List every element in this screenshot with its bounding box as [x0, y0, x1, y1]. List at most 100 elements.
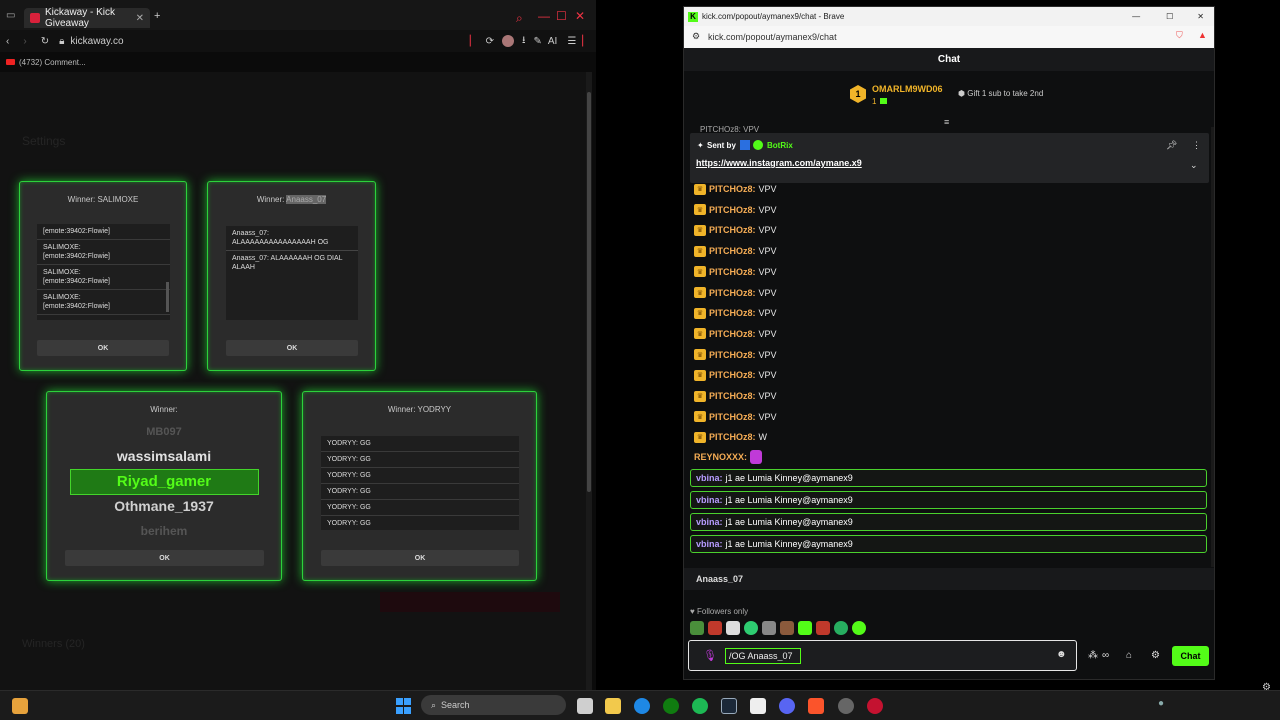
chat-username[interactable]: vbina:	[696, 539, 723, 549]
steam-icon[interactable]	[721, 698, 737, 714]
search-tabs-icon[interactable]: ⌕	[516, 11, 523, 26]
emote-icon[interactable]	[744, 621, 758, 635]
site-settings-icon[interactable]: ⚙	[692, 31, 700, 42]
chat-username[interactable]: PITCHOz8:	[709, 205, 756, 215]
sidebar-icon[interactable]: ▭	[6, 10, 15, 21]
chat-send-button[interactable]: Chat	[1172, 646, 1209, 666]
ok-button[interactable]: OK	[321, 550, 519, 566]
emote-icon[interactable]	[690, 621, 704, 635]
pin-toggle-icon[interactable]: 📌︎	[1166, 140, 1177, 151]
store-icon[interactable]: ⌂	[1126, 650, 1132, 661]
minimize-icon[interactable]: —	[1132, 12, 1140, 21]
infinity-icon[interactable]: ∞	[1102, 650, 1109, 661]
share-icon[interactable]: ⁂	[1088, 650, 1098, 661]
reload-icon[interactable]: ↻	[41, 36, 49, 47]
winner-messages[interactable]: YODRYY: GG YODRYY: GG YODRYY: GG YODRYY:…	[321, 436, 519, 530]
messages-scrollbar[interactable]	[166, 282, 169, 312]
chat-input-box[interactable]: 🎙︎ ☻	[688, 640, 1077, 671]
emote-icon[interactable]	[780, 621, 794, 635]
chat-username[interactable]: PITCHOz8:	[709, 184, 756, 194]
brave-rewards-icon[interactable]: ▲	[1198, 30, 1207, 40]
chat-username[interactable]: vbina:	[696, 517, 723, 527]
ok-button[interactable]: OK	[37, 340, 169, 356]
minimize-icon[interactable]: —	[538, 9, 550, 23]
taskbar-search[interactable]: ⌕ Search	[421, 695, 566, 715]
chat-username[interactable]: PITCHOz8:	[709, 432, 756, 442]
crown-badge-icon: ♛	[694, 183, 706, 195]
chat-username[interactable]: PITCHOz8:	[709, 391, 756, 401]
app-icon[interactable]	[838, 698, 854, 714]
tab-kickaway[interactable]: Kickaway - Kick Giveaway ✕	[24, 7, 150, 29]
back-icon[interactable]: ‹	[6, 36, 9, 47]
leader-name[interactable]: OMARLM9WD06	[872, 84, 943, 94]
brave-shield-icon[interactable]: ⛉	[1176, 30, 1183, 41]
xbox-icon[interactable]	[663, 698, 679, 714]
more-options-icon[interactable]: ⋮	[1192, 140, 1201, 151]
download-icon[interactable]: ⭳	[522, 33, 526, 50]
extensions-icon[interactable]: ⟳	[486, 36, 494, 47]
chat-username[interactable]: PITCHOz8:	[709, 329, 756, 339]
edge-icon[interactable]	[634, 698, 650, 714]
chevron-down-icon[interactable]: ⌄	[1190, 160, 1198, 171]
chat-username[interactable]: PITCHOz8:	[709, 288, 756, 298]
ok-button[interactable]: OK	[226, 340, 358, 356]
menu-icon[interactable]: ☰	[567, 36, 576, 47]
ai-button[interactable]: AI	[548, 36, 557, 47]
opera-icon[interactable]	[867, 698, 883, 714]
task-view-icon[interactable]	[577, 698, 593, 714]
tray-icon[interactable]: ●	[1158, 698, 1174, 714]
collapse-icon[interactable]: ≡	[944, 117, 949, 127]
mic-icon[interactable]: 🎙︎	[703, 649, 717, 662]
page-scrollbar[interactable]	[586, 72, 592, 690]
spotify-icon[interactable]	[692, 698, 708, 714]
start-icon[interactable]	[396, 698, 412, 714]
pinned-link[interactable]: https://www.instagram.com/aymane.x9	[696, 158, 862, 168]
url-text[interactable]: kick.com/popout/aymanex9/chat	[708, 32, 837, 42]
chat-username[interactable]: PITCHOz8:	[709, 350, 756, 360]
maximize-icon[interactable]: ☐	[1166, 12, 1173, 21]
chat-username[interactable]: PITCHOz8:	[709, 225, 756, 235]
emoji-icon[interactable]: ☻	[1056, 649, 1067, 660]
settings-gear-icon[interactable]: ⚙	[1151, 650, 1160, 661]
left-url-bar: ‹ › ↻ 🔒︎ kickaway.co ▏ ⟳ ⭳ ✎ AI ☰ ▏	[0, 30, 596, 52]
url-text[interactable]: kickaway.co	[70, 36, 123, 47]
chat-username[interactable]: PITCHOz8:	[709, 308, 756, 318]
brave-icon[interactable]	[808, 698, 824, 714]
discord-icon[interactable]	[779, 698, 795, 714]
file-explorer-icon[interactable]	[605, 698, 621, 714]
bookmark-youtube[interactable]: (4732) Comment...	[19, 58, 86, 67]
emote-icon[interactable]	[708, 621, 722, 635]
wand-icon[interactable]: ✎	[533, 36, 541, 47]
close-tab-icon[interactable]: ✕	[136, 13, 144, 24]
emote-icon[interactable]	[798, 621, 812, 635]
maximize-icon[interactable]: ☐	[556, 9, 567, 23]
emote-icon[interactable]	[834, 621, 848, 635]
emote-icon[interactable]	[726, 621, 740, 635]
message-item: SALIMOXE: [emote:39402:Flowie]	[37, 265, 170, 290]
reply-target[interactable]: Anaass_07	[684, 568, 1214, 590]
forward-icon[interactable]: ›	[23, 36, 26, 47]
close-window-icon[interactable]: ✕	[1197, 12, 1204, 21]
chat-username[interactable]: vbina:	[696, 495, 723, 505]
chat-username[interactable]: PITCHOz8:	[709, 267, 756, 277]
chat-username[interactable]: vbina:	[696, 473, 723, 483]
widgets-icon[interactable]	[12, 698, 28, 714]
emote-icon[interactable]	[852, 621, 866, 635]
pinned-bot-name[interactable]: BotRix	[767, 141, 793, 150]
chat-input[interactable]	[725, 648, 801, 664]
profile-avatar[interactable]	[501, 35, 514, 47]
chat-username[interactable]: PITCHOz8:	[709, 370, 756, 380]
close-window-icon[interactable]: ✕	[575, 9, 585, 23]
chat-username[interactable]: PITCHOz8:	[709, 246, 756, 256]
emote-icon[interactable]	[762, 621, 776, 635]
emote-icon[interactable]	[816, 621, 830, 635]
winner-messages[interactable]: [emote:39402:Flowie] SALIMOXE: [emote:394…	[37, 224, 170, 320]
ok-button[interactable]: OK	[65, 550, 264, 566]
winner-messages[interactable]: Anaass_07: ALAAAAAAAAAAAAAAAH OG Anaass_0…	[226, 226, 358, 320]
chat-username[interactable]: PITCHOz8:	[709, 412, 756, 422]
chat-username[interactable]: REYNOXXX:	[694, 452, 747, 462]
chat-scrollbar[interactable]	[1211, 127, 1214, 567]
epic-games-icon[interactable]	[750, 698, 766, 714]
new-tab-button[interactable]: +	[154, 10, 160, 22]
gift-sub-prompt[interactable]: ⬢ Gift 1 sub to take 2nd	[958, 89, 1043, 98]
